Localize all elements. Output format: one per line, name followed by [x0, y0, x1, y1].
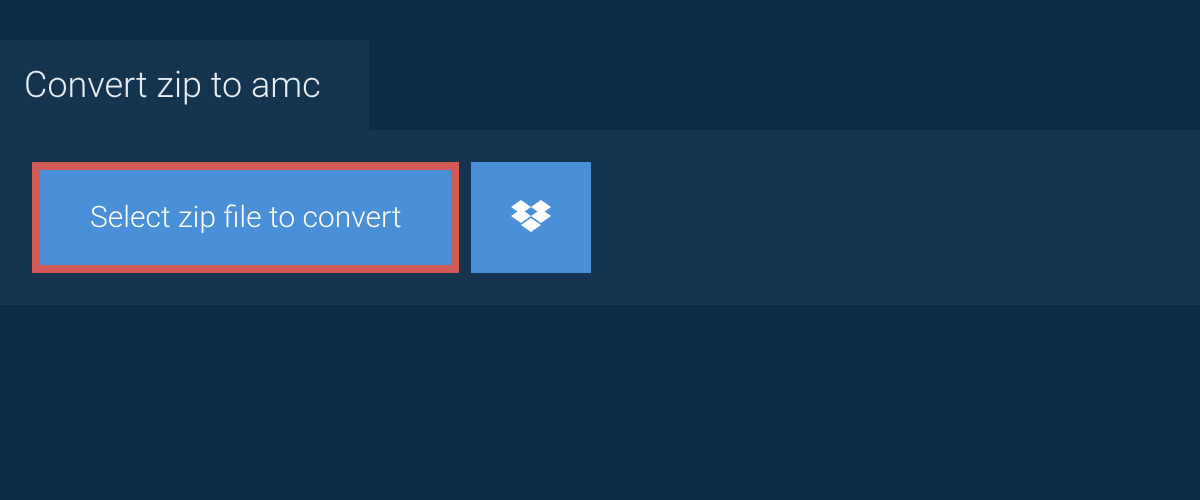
main-panel: Select zip file to convert [0, 130, 1200, 305]
select-file-button[interactable]: Select zip file to convert [32, 162, 459, 273]
tab-header: Convert zip to amc [0, 40, 369, 130]
page-title: Convert zip to amc [24, 64, 321, 106]
dropbox-button[interactable] [471, 162, 591, 273]
select-file-label: Select zip file to convert [90, 200, 401, 235]
button-row: Select zip file to convert [32, 162, 1168, 273]
dropbox-icon [511, 200, 551, 236]
